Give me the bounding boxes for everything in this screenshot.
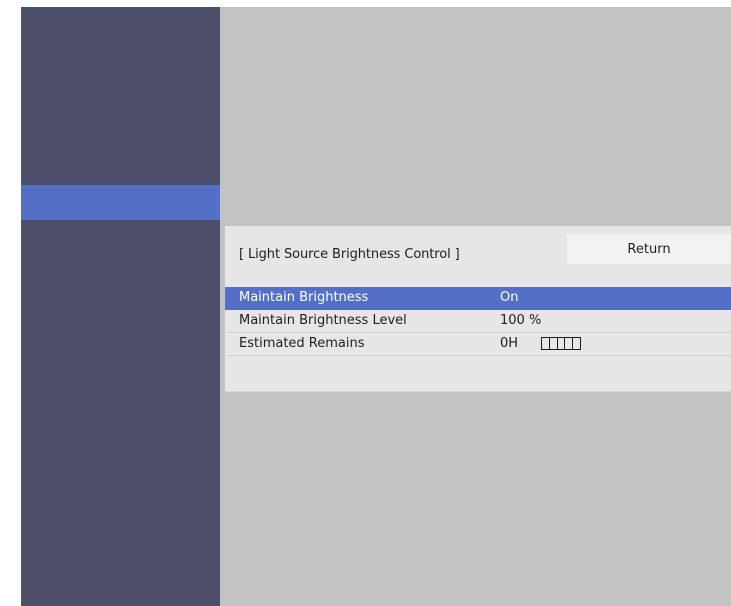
estimated-remains-row[interactable]: Estimated Remains 0H [225, 333, 731, 356]
maintain-brightness-level-label: Maintain Brightness Level [239, 313, 407, 328]
battery-segment [542, 338, 550, 349]
return-button[interactable]: Return [567, 234, 731, 264]
projector-menu-screen: [ Light Source Brightness Control ] Retu… [21, 7, 731, 606]
battery-segment [573, 338, 580, 349]
sidebar-selected-item[interactable] [21, 185, 220, 220]
battery-segment [557, 338, 566, 349]
maintain-brightness-label: Maintain Brightness [239, 290, 369, 305]
estimated-remains-label: Estimated Remains [239, 336, 365, 351]
maintain-brightness-level-value: 100 % [500, 313, 542, 328]
maintain-brightness-row[interactable]: Maintain Brightness On [225, 287, 731, 310]
panel-divider [225, 391, 731, 392]
sidebar [21, 7, 220, 606]
battery-segment [549, 338, 558, 349]
estimated-remains-value: 0H [500, 336, 519, 351]
battery-segment [565, 338, 574, 349]
settings-list: Maintain Brightness On Maintain Brightne… [225, 287, 731, 366]
battery-gauge-icon [541, 337, 581, 350]
submenu-panel: [ Light Source Brightness Control ] Retu… [225, 226, 731, 392]
maintain-brightness-value: On [500, 290, 519, 305]
submenu-header: [ Light Source Brightness Control ] Retu… [225, 226, 731, 282]
submenu-title: [ Light Source Brightness Control ] [239, 247, 460, 262]
maintain-brightness-level-row[interactable]: Maintain Brightness Level 100 % [225, 310, 731, 333]
